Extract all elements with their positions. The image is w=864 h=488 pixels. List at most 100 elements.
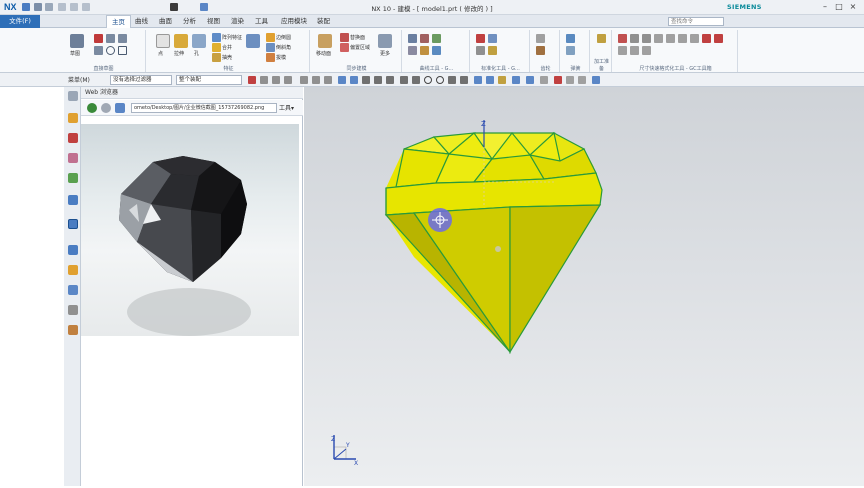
dimension-tool-icon[interactable] <box>630 34 639 43</box>
standard-tool-icon[interactable] <box>488 34 497 43</box>
view-icon[interactable] <box>486 76 494 84</box>
tab-curve[interactable]: 曲线 <box>130 15 153 28</box>
snap-icon[interactable] <box>400 76 408 84</box>
tab-analysis[interactable]: 分析 <box>178 15 201 28</box>
manufacturing-wizard-icon[interactable] <box>68 285 78 295</box>
tab-tools[interactable]: 工具 <box>250 15 273 28</box>
model-viewport[interactable]: Z Z X Y <box>304 87 864 486</box>
command-search-input[interactable] <box>668 17 724 26</box>
view-icon[interactable] <box>554 76 562 84</box>
tools-menu-button[interactable]: 工具▾ <box>279 103 294 112</box>
dimension-tool-icon[interactable] <box>618 46 627 55</box>
circle-icon[interactable] <box>106 46 115 55</box>
more-icon[interactable] <box>378 34 392 48</box>
refresh-icon[interactable] <box>115 103 125 113</box>
sketch-icon[interactable] <box>70 34 84 48</box>
tab-home[interactable]: 主页 <box>106 15 131 28</box>
constraint-navigator-icon[interactable] <box>68 133 78 143</box>
snap-icon[interactable] <box>284 76 292 84</box>
snap-icon[interactable] <box>374 76 382 84</box>
snap-icon[interactable] <box>338 76 346 84</box>
dimension-tool-icon[interactable] <box>690 34 699 43</box>
settings-icon[interactable] <box>68 91 78 101</box>
view-icon[interactable] <box>526 76 534 84</box>
snap-icon[interactable] <box>324 76 332 84</box>
tab-assembly[interactable]: 装配 <box>312 15 335 28</box>
snap-icon[interactable] <box>448 76 456 84</box>
dimension-tool-icon[interactable] <box>714 34 723 43</box>
gear-icon[interactable] <box>536 46 545 55</box>
curve-tool-icon[interactable] <box>432 46 441 55</box>
dimension-tool-icon[interactable] <box>666 34 675 43</box>
dimension-tool-icon[interactable] <box>654 34 663 43</box>
shell-icon[interactable] <box>212 53 221 62</box>
address-field[interactable]: ometo/Desktop/图片/企业微信截图_15737269082.png <box>131 103 277 113</box>
line-icon[interactable] <box>106 34 115 43</box>
profile-icon[interactable] <box>94 34 103 43</box>
reuse-library-icon[interactable] <box>68 173 78 183</box>
view-icon[interactable] <box>512 76 520 84</box>
snap-icon[interactable] <box>312 76 320 84</box>
snap-icon[interactable] <box>260 76 268 84</box>
standard-tool-icon[interactable] <box>476 34 485 43</box>
assembly-navigator-icon[interactable] <box>68 113 78 123</box>
point-icon[interactable] <box>156 34 170 48</box>
snap-icon[interactable] <box>460 76 468 84</box>
tab-file[interactable]: 文件(F) <box>0 15 40 28</box>
tab-view[interactable]: 视图 <box>202 15 225 28</box>
fillet-curve-icon[interactable] <box>94 46 103 55</box>
extrude-icon[interactable] <box>174 34 188 48</box>
system-scene-icon[interactable] <box>68 325 78 335</box>
curve-tool-icon[interactable] <box>408 34 417 43</box>
view-icon[interactable] <box>498 76 506 84</box>
snap-icon[interactable] <box>300 76 308 84</box>
edge-blend-icon[interactable] <box>266 33 275 42</box>
back-icon[interactable] <box>87 103 97 113</box>
tab-application[interactable]: 应用模块 <box>276 15 312 28</box>
dimension-tool-icon[interactable] <box>678 34 687 43</box>
chamfer-icon[interactable] <box>266 43 275 52</box>
snap-icon[interactable] <box>248 76 256 84</box>
dimension-tool-icon[interactable] <box>630 46 639 55</box>
dimension-tool-icon[interactable] <box>642 34 651 43</box>
minimize-button[interactable]: – <box>818 2 832 12</box>
view-icon[interactable] <box>566 76 574 84</box>
unite-icon[interactable] <box>212 43 221 52</box>
menu-button[interactable]: 菜单(M) <box>68 75 90 84</box>
snap-icon[interactable] <box>272 76 280 84</box>
standard-tool-icon[interactable] <box>476 46 485 55</box>
diamond-model[interactable] <box>384 127 603 355</box>
graphics-window[interactable]: Z Z X Y <box>304 87 864 486</box>
spring-icon[interactable] <box>566 34 575 43</box>
spring-icon[interactable] <box>566 46 575 55</box>
snap-icon[interactable] <box>436 76 444 84</box>
dimension-tool-icon[interactable] <box>702 34 711 43</box>
tab-surface[interactable]: 曲面 <box>154 15 177 28</box>
replace-face-icon[interactable] <box>340 33 349 42</box>
selection-filter-select[interactable]: 没有选择过滤器 <box>110 75 172 85</box>
view-icon[interactable] <box>540 76 548 84</box>
maximize-button[interactable]: □ <box>832 2 846 12</box>
standard-tool-icon[interactable] <box>488 46 497 55</box>
dimension-tool-icon[interactable] <box>642 46 651 55</box>
close-button[interactable]: × <box>846 2 860 12</box>
assembly-scope-select[interactable]: 整个装配 <box>176 75 242 85</box>
snap-icon[interactable] <box>412 76 420 84</box>
process-studio-icon[interactable] <box>68 265 78 275</box>
curve-tool-icon[interactable] <box>432 34 441 43</box>
gear-icon[interactable] <box>536 34 545 43</box>
view-icon[interactable] <box>474 76 482 84</box>
view-icon[interactable] <box>592 76 600 84</box>
web-browser-icon[interactable] <box>68 219 78 229</box>
roles-icon[interactable] <box>68 305 78 315</box>
snap-icon[interactable] <box>424 76 432 84</box>
curve-tool-icon[interactable] <box>408 46 417 55</box>
snap-icon[interactable] <box>386 76 394 84</box>
history-icon[interactable] <box>68 245 78 255</box>
view-icon[interactable] <box>578 76 586 84</box>
draft-icon[interactable] <box>266 53 275 62</box>
tab-render[interactable]: 渲染 <box>226 15 249 28</box>
snap-icon[interactable] <box>362 76 370 84</box>
more-features-icon[interactable] <box>246 34 260 48</box>
offset-region-icon[interactable] <box>340 43 349 52</box>
